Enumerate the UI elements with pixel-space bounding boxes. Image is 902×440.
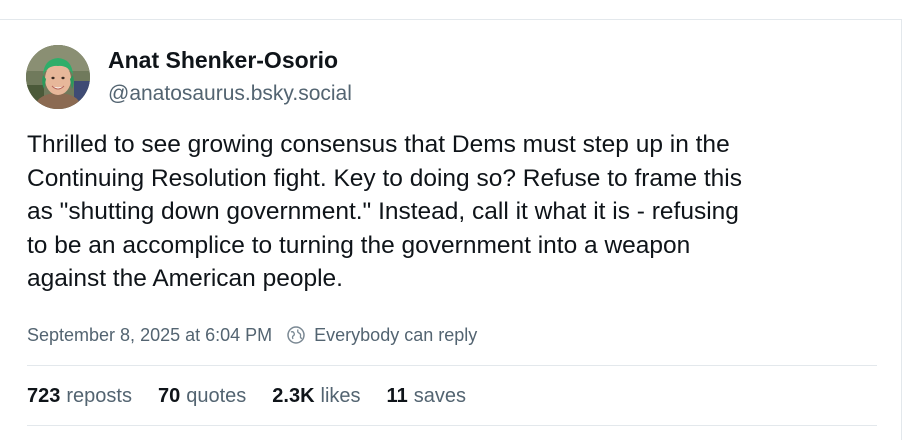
saves-stat[interactable]: 11 saves — [387, 385, 466, 408]
author-display-name[interactable]: Anat Shenker-Osorio — [108, 46, 338, 74]
quotes-count: 70 — [157, 384, 181, 407]
likes-count: 2.3K — [272, 384, 315, 407]
saves-label: saves — [413, 384, 466, 407]
likes-label: likes — [320, 384, 361, 407]
bottom-divider — [27, 425, 877, 426]
reposts-stat[interactable]: 723 reposts — [27, 385, 132, 408]
saves-count: 11 — [386, 384, 408, 407]
reply-setting-label: Everybody can reply — [314, 325, 478, 345]
post-text: Thrilled to see growing consensus that D… — [27, 131, 742, 292]
avatar[interactable] — [26, 45, 90, 109]
reply-setting[interactable]: Everybody can reply — [286, 322, 477, 348]
post-meta: September 8, 2025 at 6:04 PM Everybody c… — [27, 322, 477, 348]
post-timestamp[interactable]: September 8, 2025 at 6:04 PM — [27, 322, 272, 348]
likes-stat[interactable]: 2.3K likes — [272, 385, 360, 408]
author-handle[interactable]: @anatosaurus.bsky.social — [108, 81, 352, 107]
reposts-label: reposts — [66, 384, 132, 407]
stats-divider — [27, 365, 877, 366]
avatar-photo — [26, 45, 90, 109]
reposts-count: 723 — [27, 384, 61, 407]
post-stats: 723 reposts 70 quotes 2.3K likes 11 save… — [27, 382, 492, 410]
top-divider — [0, 19, 902, 20]
quotes-stat[interactable]: 70 quotes — [158, 385, 246, 408]
quotes-label: quotes — [186, 384, 247, 407]
globe-icon — [286, 325, 306, 345]
